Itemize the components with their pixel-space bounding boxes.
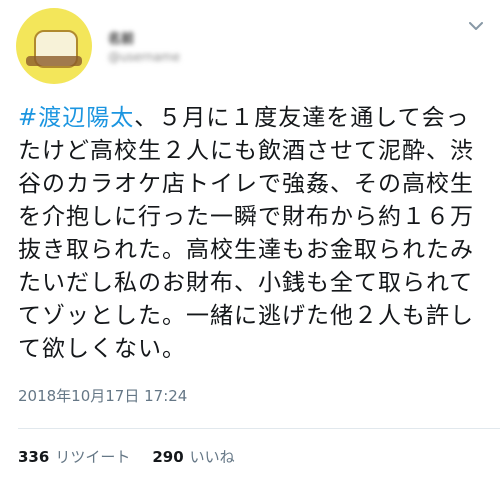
like-count[interactable]: 290	[152, 448, 183, 466]
tweet-timestamp[interactable]: 2018年10月17日 17:24	[18, 385, 187, 406]
user-handle[interactable]: @username	[108, 50, 180, 64]
display-name[interactable]: 名前	[108, 28, 134, 47]
avatar[interactable]	[16, 8, 92, 84]
avatar-detail	[26, 56, 82, 66]
tweet-stats: 336 リツイート 290 いいね	[18, 446, 257, 467]
tweet-header: 名前 @username	[0, 0, 500, 95]
divider	[18, 428, 500, 429]
retweet-count[interactable]: 336	[18, 448, 49, 466]
retweet-label[interactable]: リツイート	[55, 446, 130, 467]
chevron-down-icon[interactable]	[466, 16, 486, 36]
like-label[interactable]: いいね	[190, 446, 235, 467]
hashtag-link[interactable]: #渡辺陽太	[18, 105, 134, 131]
tweet-text: #渡辺陽太、５月に１度友達を通して会ったけど高校生２人にも飲酒させて泥酔、渋谷の…	[18, 102, 488, 366]
tweet-body: 、５月に１度友達を通して会ったけど高校生２人にも飲酒させて泥酔、渋谷のカラオケ店…	[18, 105, 474, 362]
